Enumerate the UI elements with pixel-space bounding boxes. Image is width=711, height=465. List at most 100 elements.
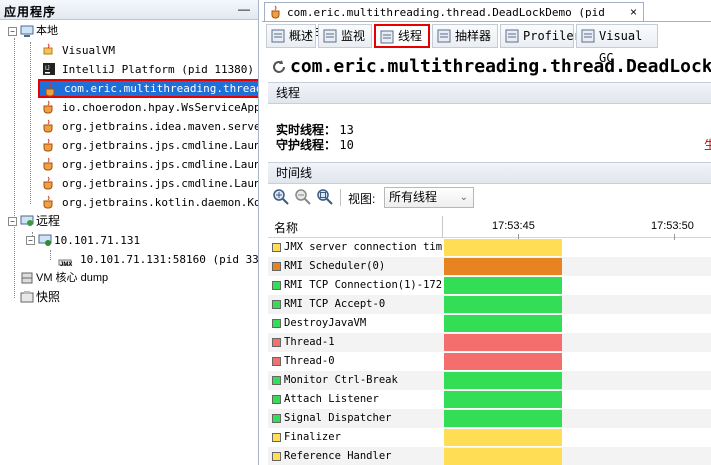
tree-node-local-app[interactable]: org.jetbrains.idea.maven.server.M bbox=[38, 117, 258, 136]
thread-state-swatch bbox=[272, 243, 281, 252]
visualvm-icon bbox=[43, 43, 53, 55]
thread-timeline-bar bbox=[444, 315, 562, 332]
thread-timeline-bar bbox=[444, 372, 562, 389]
tree-node-local-app[interactable]: VisualVM bbox=[38, 41, 117, 60]
document-tab-bar bbox=[262, 21, 711, 22]
thread-state-swatch bbox=[272, 300, 281, 309]
refresh-icon bbox=[273, 60, 285, 73]
tree-node-local-app[interactable]: org.jetbrains.jps.cmdline.Launche bbox=[38, 155, 258, 174]
thread-row[interactable]: RMI TCP Accept-0 bbox=[268, 295, 711, 314]
thread-row[interactable]: DestroyJavaVM bbox=[268, 314, 711, 333]
thread-state-swatch bbox=[272, 357, 281, 366]
threads-icon bbox=[380, 30, 394, 44]
intellij-icon: IJ bbox=[43, 63, 55, 75]
tree-node-label: 快照 bbox=[36, 290, 61, 304]
tree-node-label: org.jetbrains.jps.cmdline.Launche bbox=[62, 139, 259, 152]
thread-row[interactable]: RMI TCP Connection(1)-172.2 bbox=[268, 276, 711, 295]
thread-name: Reference Handler bbox=[284, 450, 392, 462]
host-icon bbox=[38, 234, 52, 246]
thread-timeline-bar bbox=[444, 448, 562, 465]
chevron-down-icon: ⌄ bbox=[459, 192, 468, 203]
thread-row[interactable]: Thread-1 bbox=[268, 333, 711, 352]
tree-node-local-app[interactable]: IJ IntelliJ Platform (pid 11380) bbox=[38, 60, 256, 79]
sampler-icon bbox=[437, 29, 451, 43]
java-cup-icon bbox=[43, 119, 53, 133]
tab-overview[interactable]: 概述 bbox=[266, 24, 316, 48]
document-tab[interactable]: com.eric.multithreading.thread.DeadLockD… bbox=[264, 2, 644, 39]
thread-timeline-bar bbox=[444, 391, 562, 408]
collapse-toggle-icon[interactable]: − bbox=[8, 217, 17, 226]
thread-state-swatch bbox=[272, 414, 281, 423]
tab-profiler[interactable]: Profiler bbox=[500, 24, 581, 48]
tree-node-local-app[interactable]: com.eric.multithreading.thread.De bbox=[38, 79, 258, 98]
zoom-in-icon[interactable] bbox=[272, 188, 290, 206]
tree-node-label: 10.101.71.131 bbox=[54, 234, 141, 247]
zoom-fit-icon[interactable] bbox=[316, 188, 334, 206]
tree-node-remote-host[interactable]: − 10.101.71.131 bbox=[26, 231, 140, 250]
zoom-out-icon[interactable] bbox=[294, 188, 312, 206]
tab-label: 概述 bbox=[289, 29, 314, 43]
thread-row[interactable]: RMI Scheduler(0) bbox=[268, 257, 711, 276]
tree-node-local-app[interactable]: io.choerodon.hpay.WsServiceApplic bbox=[38, 98, 258, 117]
thread-timeline-bar bbox=[444, 277, 562, 294]
tab-label: 抽样器 bbox=[455, 29, 492, 43]
tree-node-label: 本地 bbox=[36, 25, 58, 37]
thread-name: Thread-0 bbox=[284, 355, 335, 367]
status-note: 生 bbox=[704, 138, 711, 152]
live-threads-label: 实时线程： bbox=[276, 123, 337, 137]
column-divider[interactable] bbox=[442, 216, 443, 238]
tree-node-jmx-connection[interactable]: JMX 10.101.71.131:58160 (pid 3374) bbox=[58, 250, 258, 269]
tab-monitor[interactable]: 监视 bbox=[318, 24, 372, 48]
tree-node-local-app[interactable]: org.jetbrains.jps.cmdline.Launche bbox=[38, 174, 259, 193]
thread-row[interactable]: Attach Listener bbox=[268, 390, 711, 409]
tree-node-local-app[interactable]: org.jetbrains.jps.cmdline.Launche bbox=[38, 136, 259, 155]
tree-node-label: org.jetbrains.kotlin.daemon.Kotli bbox=[62, 196, 259, 209]
tab-visualgc[interactable]: Visual GC bbox=[576, 24, 658, 65]
tree-node-label: org.jetbrains.jps.cmdline.Launche bbox=[62, 177, 259, 190]
thread-name: RMI Scheduler(0) bbox=[284, 260, 386, 272]
java-cup-icon bbox=[43, 176, 53, 190]
threads-section-header: 线程 bbox=[268, 82, 711, 104]
tree-node-remote[interactable]: − 远程 bbox=[8, 212, 60, 231]
tab-threads[interactable]: 线程 bbox=[374, 24, 430, 48]
java-cup-icon bbox=[45, 83, 55, 97]
thread-name: Monitor Ctrl-Break bbox=[284, 374, 398, 386]
thread-name: RMI TCP Accept-0 bbox=[284, 298, 386, 310]
thread-row[interactable]: Monitor Ctrl-Break bbox=[268, 371, 711, 390]
daemon-threads-stat: 守护线程： 10 bbox=[276, 136, 354, 153]
view-select[interactable]: 所有线程 ⌄ bbox=[384, 187, 474, 208]
thread-state-swatch bbox=[272, 395, 281, 404]
thread-name: Finalizer bbox=[284, 431, 341, 443]
application-view: com.eric.multithreading.thread.DeadLockD… bbox=[262, 0, 711, 465]
applications-panel-title: 应用程序 bbox=[4, 5, 57, 19]
minimize-button[interactable]: — bbox=[238, 2, 250, 16]
visualgc-icon bbox=[581, 29, 595, 43]
tree-node-label: 远程 bbox=[36, 214, 61, 228]
collapse-toggle-icon[interactable]: − bbox=[8, 27, 17, 36]
tree-node-vm-core-dump[interactable]: VM 核心 dump bbox=[8, 269, 108, 288]
thread-row[interactable]: Finalizer bbox=[268, 428, 711, 447]
tree-node-local[interactable]: − 本地 bbox=[8, 22, 58, 41]
thread-name: Signal Dispatcher bbox=[284, 412, 392, 424]
thread-row[interactable]: Reference Handler bbox=[268, 447, 711, 465]
thread-row[interactable]: Signal Dispatcher bbox=[268, 409, 711, 428]
tab-label: 线程 bbox=[398, 29, 423, 43]
tab-label: Profiler bbox=[523, 29, 581, 43]
tab-sampler[interactable]: 抽样器 bbox=[432, 24, 498, 48]
tree-node-label: com.eric.multithreading.thread.De bbox=[64, 82, 258, 95]
thread-name: Thread-1 bbox=[284, 336, 335, 348]
thread-name: RMI TCP Connection(1)-172.2 bbox=[284, 279, 442, 291]
time-tick: 17:53:45 bbox=[492, 220, 535, 232]
thread-row[interactable]: Thread-0 bbox=[268, 352, 711, 371]
tree-node-local-app[interactable]: org.jetbrains.kotlin.daemon.Kotli bbox=[38, 193, 259, 212]
collapse-toggle-icon[interactable]: − bbox=[26, 236, 35, 245]
thread-row[interactable]: JMX server connection timeo bbox=[268, 238, 711, 257]
computer-icon bbox=[20, 25, 34, 37]
tree-node-snapshots[interactable]: 快照 bbox=[8, 288, 60, 307]
tree-node-label: VM 核心 dump bbox=[36, 272, 109, 284]
close-tab-button[interactable]: × bbox=[630, 3, 637, 22]
thread-timeline-bar bbox=[444, 239, 562, 256]
name-column-header[interactable]: 名称 bbox=[274, 219, 298, 236]
thread-timeline-bar bbox=[444, 334, 562, 351]
thread-state-swatch bbox=[272, 376, 281, 385]
